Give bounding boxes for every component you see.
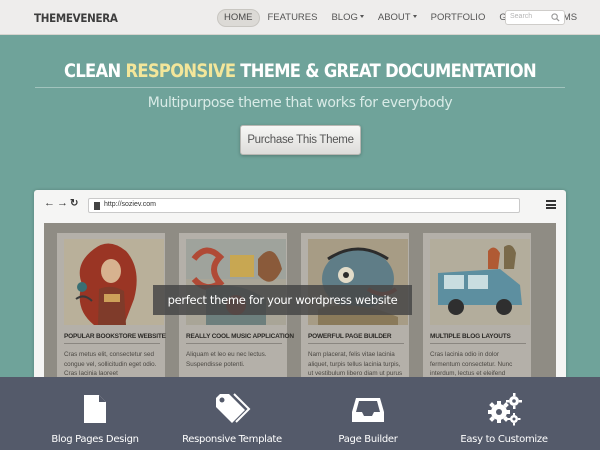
- forward-arrow-icon[interactable]: →: [57, 198, 68, 209]
- card-text: Nam placerat, felis vitae lacinia alique…: [308, 351, 403, 377]
- nav-label: BLOG: [331, 12, 358, 23]
- nav-item-features[interactable]: FEATURES: [262, 9, 324, 27]
- document-icon: [84, 395, 106, 423]
- hero-title: CLEAN RESPONSIVE THEME & GREAT DOCUMENTA…: [64, 60, 537, 82]
- hero-subtitle: Multipurpose theme that works for everyb…: [147, 95, 453, 111]
- gears-icon: [488, 393, 522, 426]
- card-divider: [64, 343, 160, 344]
- slider-caption: perfect theme for your wordpress website: [153, 285, 412, 315]
- browser-toolbar: ← → ↻ http://soziev.com: [34, 190, 566, 220]
- feature-customize[interactable]: Easy to Customize: [429, 377, 579, 450]
- nav-item-about[interactable]: ABOUT: [372, 9, 423, 27]
- card-divider: [430, 343, 526, 344]
- card-image: [64, 239, 164, 325]
- hero-divider: [35, 87, 565, 88]
- address-bar[interactable]: http://soziev.com: [88, 198, 520, 213]
- nav-item-home[interactable]: HOME: [217, 9, 260, 27]
- feature-label: Responsive Template: [182, 434, 282, 445]
- feature-label: Easy to Customize: [460, 434, 548, 445]
- card-text: Aliquam et leo eu nec lectus. Suspendiss…: [186, 351, 267, 368]
- refresh-icon[interactable]: ↻: [70, 198, 78, 209]
- card-divider: [186, 343, 282, 344]
- feature-blog-pages[interactable]: Blog Pages Design: [20, 377, 170, 450]
- feature-label: Blog Pages Design: [51, 434, 139, 445]
- nav-label: HOME: [224, 12, 253, 23]
- card-title: REALLY COOL MUSIC APPLICATION: [186, 333, 294, 340]
- back-arrow-icon[interactable]: ←: [44, 198, 55, 209]
- hamburger-menu-icon[interactable]: [546, 200, 556, 209]
- nav-item-blog[interactable]: BLOG: [325, 9, 369, 27]
- hero-title-highlight: RESPONSIVE: [125, 60, 236, 82]
- site-logo[interactable]: THEMEVENERA: [34, 11, 118, 25]
- address-url: http://soziev.com: [104, 201, 157, 208]
- feature-page-builder[interactable]: Page Builder: [293, 377, 443, 450]
- navbar: THEMEVENERA HOME FEATURES BLOG ABOUT POR…: [0, 0, 600, 35]
- inbox-icon: [352, 398, 384, 422]
- purchase-button[interactable]: Purchase This Theme: [240, 125, 361, 155]
- nav-item-portfolio[interactable]: PORTFOLIO: [425, 9, 492, 27]
- card-title: MULTIPLE BLOG LAYOUTS: [430, 333, 511, 340]
- card-image: [430, 239, 530, 325]
- search-input[interactable]: Search: [505, 10, 565, 25]
- caret-down-icon: [412, 14, 417, 18]
- feature-responsive[interactable]: Responsive Template: [157, 377, 307, 450]
- search-icon[interactable]: [551, 13, 560, 22]
- page-icon: [94, 202, 100, 210]
- card-divider: [308, 343, 404, 344]
- card-title: POPULAR BOOKSTORE WEBSITE: [64, 333, 166, 340]
- search-placeholder: Search: [510, 13, 533, 20]
- nav-label: FEATURES: [267, 12, 318, 23]
- features-bar: Blog Pages Design Responsive Template Pa…: [0, 377, 600, 450]
- tag-icon: [216, 393, 251, 423]
- card-text: Cras metus elit, consectetur sed congue …: [64, 351, 157, 377]
- nav-label: PORTFOLIO: [430, 12, 486, 23]
- caret-down-icon: [359, 14, 364, 18]
- card-title: POWERFUL PAGE BUILDER: [308, 333, 392, 340]
- nav-label: ABOUT: [377, 12, 411, 23]
- feature-label: Page Builder: [338, 434, 398, 445]
